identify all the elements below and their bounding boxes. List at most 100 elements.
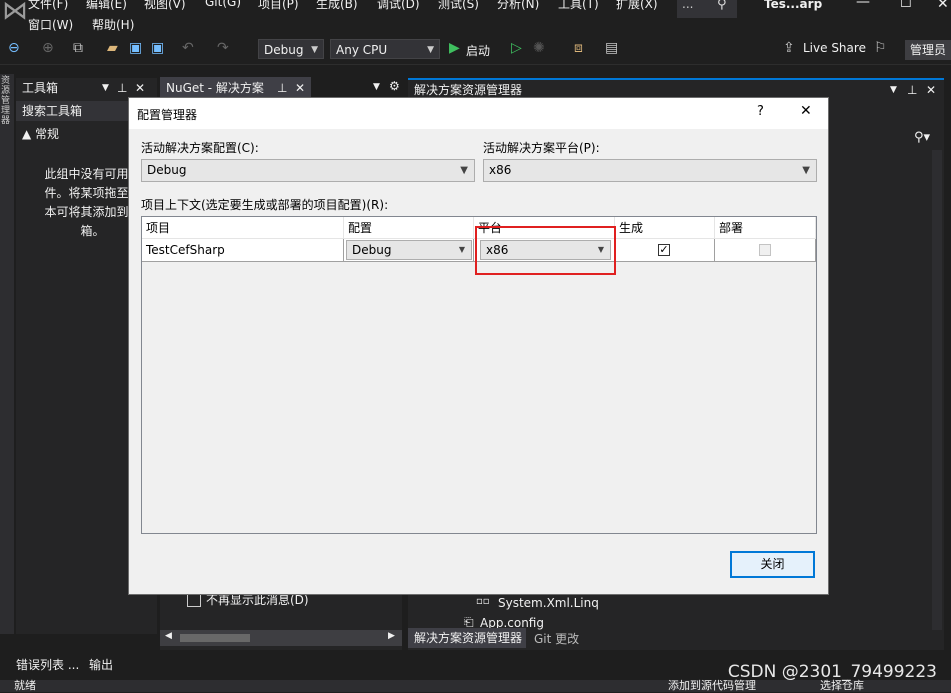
search-icon: ⚲ bbox=[717, 0, 727, 12]
undo-icon[interactable]: ↶ bbox=[182, 38, 194, 58]
toolbox-header: 工具箱 ▼ ⊥ ✕ bbox=[16, 78, 157, 98]
menu-edit[interactable]: 编辑(E) bbox=[86, 0, 127, 12]
save-icon[interactable]: ▣ bbox=[129, 38, 142, 58]
chevron-down-icon: ▼ bbox=[802, 165, 810, 176]
menu-view[interactable]: 视图(V) bbox=[144, 0, 186, 12]
dont-show-checkbox[interactable] bbox=[187, 593, 201, 607]
column-header-project[interactable]: 项目 bbox=[142, 217, 344, 239]
back-icon[interactable]: ⊖ bbox=[8, 38, 20, 58]
solution-name: Tes...arp bbox=[764, 0, 823, 11]
vertical-tab-label[interactable]: 资源管理器 bbox=[1, 76, 12, 126]
title-bar: ⋈ 文件(F) 编辑(E) 视图(V) Git(G) 项目(P) 生成(B) 调… bbox=[0, 0, 951, 36]
solution-config-combo[interactable]: Debug ▼ bbox=[258, 39, 324, 59]
chevron-down-icon[interactable]: ▼ bbox=[102, 78, 109, 98]
new-project-icon[interactable]: ⧉ bbox=[73, 38, 83, 58]
menu-test[interactable]: 测试(S) bbox=[438, 0, 479, 12]
redo-icon[interactable]: ↷ bbox=[217, 38, 229, 58]
dialog-close-button[interactable]: ✕ bbox=[800, 103, 812, 119]
active-platform-select[interactable]: x86 ▼ bbox=[483, 159, 817, 182]
feedback-icon[interactable]: ⚐ bbox=[874, 38, 887, 58]
gear-icon[interactable]: ⚙ bbox=[389, 79, 400, 93]
live-share-icon[interactable]: ⇪ bbox=[783, 38, 795, 58]
pin-icon[interactable]: ⊥ bbox=[277, 77, 287, 99]
menu-file[interactable]: 文件(F) bbox=[28, 0, 68, 12]
start-button-label[interactable]: 启动 bbox=[466, 42, 490, 59]
scroll-right-icon[interactable]: ▶ bbox=[388, 631, 395, 641]
solution-platform-combo[interactable]: Any CPU ▼ bbox=[330, 39, 440, 59]
scrollbar-thumb[interactable] bbox=[180, 634, 250, 642]
column-header-build[interactable]: 生成 bbox=[615, 217, 715, 239]
annotation-highlight-box bbox=[475, 226, 616, 275]
admin-badge[interactable]: 管理员 bbox=[905, 40, 951, 60]
dialog-title-bar: 配置管理器 ? ✕ bbox=[129, 98, 828, 129]
open-folder-icon[interactable]: ▰ bbox=[107, 38, 118, 58]
minimize-icon[interactable]: — bbox=[856, 0, 870, 10]
row-config-select[interactable]: Debug ▼ bbox=[346, 240, 472, 260]
menu-tools[interactable]: 工具(T) bbox=[558, 0, 599, 12]
tab-git-changes[interactable]: Git 更改 bbox=[534, 630, 579, 647]
search-box[interactable]: ... ⚲ bbox=[677, 0, 737, 18]
tab-solution-explorer-label: 解决方案资源管理器 bbox=[414, 631, 523, 645]
table-row-build-cell: ✓ bbox=[615, 239, 715, 262]
pin-icon[interactable]: ⊥ bbox=[907, 80, 917, 100]
active-platform-value: x86 bbox=[489, 163, 512, 177]
scroll-left-icon[interactable]: ◀ bbox=[165, 631, 172, 641]
vertical-scrollbar[interactable] bbox=[932, 150, 942, 630]
save-all-icon[interactable]: ▣ bbox=[151, 38, 164, 58]
hot-reload-icon[interactable]: ✺ bbox=[533, 38, 545, 58]
forward-icon[interactable]: ⊕ bbox=[42, 38, 54, 58]
solution-config-value: Debug bbox=[264, 43, 304, 57]
deploy-checkbox[interactable] bbox=[759, 244, 771, 256]
table-row-project-cell[interactable]: TestCefSharp bbox=[142, 239, 344, 262]
close-icon[interactable]: ✕ bbox=[295, 77, 305, 99]
toolbox-search-placeholder: 搜索工具箱 bbox=[22, 104, 83, 118]
pin-icon[interactable]: ⊥ bbox=[117, 78, 127, 98]
search-icon[interactable]: ⚲▾ bbox=[914, 130, 930, 145]
live-share-label[interactable]: Live Share bbox=[803, 41, 866, 55]
status-text: 就绪 bbox=[14, 679, 36, 692]
tab-solution-explorer[interactable]: 解决方案资源管理器 bbox=[408, 628, 526, 648]
close-button[interactable]: 关闭 bbox=[730, 551, 815, 578]
chevron-down-icon[interactable]: ▼ bbox=[890, 80, 897, 100]
chevron-down-icon: ▼ bbox=[427, 45, 434, 55]
menu-git[interactable]: Git(G) bbox=[205, 0, 241, 9]
window-close-icon[interactable]: ✕ bbox=[937, 0, 949, 12]
column-header-config[interactable]: 配置 bbox=[344, 217, 474, 239]
nuget-tab[interactable]: NuGet - 解决方案 ⊥ ✕ bbox=[160, 77, 311, 99]
solution-explorer-icon[interactable]: ⧈ bbox=[574, 38, 583, 58]
close-icon[interactable]: ✕ bbox=[135, 78, 145, 98]
tab-output[interactable]: 输出 bbox=[89, 656, 113, 673]
active-config-select[interactable]: Debug ▼ bbox=[141, 159, 475, 182]
build-checkbox[interactable]: ✓ bbox=[658, 244, 670, 256]
close-icon[interactable]: ✕ bbox=[926, 80, 936, 100]
start-icon[interactable]: ▶ bbox=[449, 38, 460, 58]
menu-analyze[interactable]: 分析(N) bbox=[497, 0, 539, 12]
chevron-down-icon: ▼ bbox=[311, 45, 318, 55]
configuration-manager-dialog: 配置管理器 ? ✕ 活动解决方案配置(C): Debug ▼ 活动解决方案平台(… bbox=[129, 98, 828, 594]
tree-item-xml-linq[interactable]: System.Xml.Linq bbox=[498, 596, 599, 610]
group-label: ▲ 常规 bbox=[22, 127, 60, 141]
active-config-value: Debug bbox=[147, 163, 187, 177]
menu-project[interactable]: 项目(P) bbox=[258, 0, 299, 12]
menu-extensions[interactable]: 扩展(X) bbox=[616, 0, 658, 12]
left-vertical-tabstrip: 资源管理器 bbox=[0, 74, 14, 634]
help-button[interactable]: ? bbox=[757, 104, 764, 119]
menu-debug[interactable]: 调试(D) bbox=[377, 0, 420, 12]
chevron-down-icon: ▼ bbox=[460, 165, 468, 176]
maximize-icon[interactable]: ☐ bbox=[900, 0, 912, 11]
horizontal-scrollbar[interactable]: ◀ ▶ bbox=[160, 630, 402, 646]
menu-build[interactable]: 生成(B) bbox=[316, 0, 358, 12]
chevron-down-icon: ▼ bbox=[458, 245, 465, 254]
start-without-debug-icon[interactable]: ▷ bbox=[511, 38, 522, 58]
project-context-label: 项目上下文(选定要生成或部署的项目配置)(R): bbox=[141, 198, 389, 212]
dialog-title: 配置管理器 bbox=[137, 108, 198, 122]
layout-icon[interactable]: ▤ bbox=[605, 38, 618, 58]
menu-help[interactable]: 帮助(H) bbox=[92, 16, 134, 33]
toolbox-group-general[interactable]: ▲ 常规 bbox=[22, 125, 59, 142]
column-header-deploy[interactable]: 部署 bbox=[715, 217, 816, 239]
tab-list-dropdown-icon[interactable]: ▼ bbox=[373, 82, 380, 92]
tab-error-list[interactable]: 错误列表 ... bbox=[16, 656, 79, 673]
table-row-config-cell[interactable]: Debug ▼ bbox=[344, 239, 474, 262]
menu-window[interactable]: 窗口(W) bbox=[28, 16, 73, 33]
table-row-deploy-cell bbox=[715, 239, 816, 262]
